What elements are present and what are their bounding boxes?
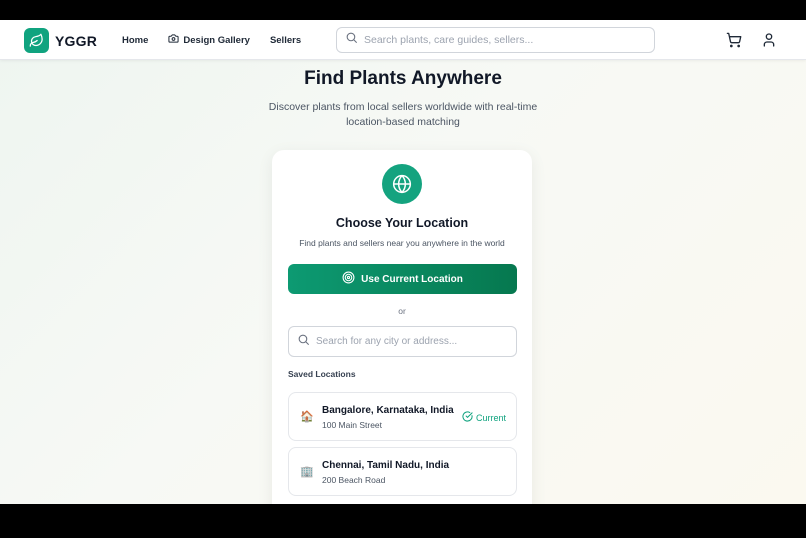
global-search-input[interactable] <box>364 34 644 46</box>
nav-design-gallery-label: Design Gallery <box>183 34 250 46</box>
logo[interactable]: YGGR <box>24 28 97 53</box>
saved-location-item[interactable]: 🏢 Chennai, Tamil Nadu, India 200 Beach R… <box>288 447 517 496</box>
nav-sellers[interactable]: Sellers <box>270 35 301 46</box>
search-icon <box>345 31 358 49</box>
global-search[interactable] <box>336 27 655 53</box>
page-title: Find Plants Anywhere <box>304 68 502 89</box>
current-badge: Current <box>462 411 506 424</box>
globe-icon <box>382 164 422 204</box>
bottom-letterbox <box>0 504 806 538</box>
address-search-input[interactable] <box>316 336 506 347</box>
location-card: Choose Your Location Find plants and sel… <box>272 150 532 504</box>
office-building-icon: 🏢 <box>300 465 314 478</box>
use-current-location-button[interactable]: Use Current Location <box>288 264 517 294</box>
location-name: Chennai, Tamil Nadu, India <box>322 460 450 471</box>
app-viewport: YGGR Home Design Gallery Sellers Search … <box>0 20 806 504</box>
saved-locations-heading: Saved Locations <box>288 369 356 379</box>
nav-sellers-label: Sellers <box>269 34 302 46</box>
camera-icon <box>168 33 179 47</box>
saved-location-item[interactable]: 🏠 Bangalore, Karnataka, India 100 Main S… <box>288 392 517 441</box>
card-subtitle: Find plants and sellers near you anywher… <box>299 238 505 248</box>
check-circle-icon <box>462 411 473 424</box>
top-letterbox <box>0 0 806 20</box>
logo-text: YGGR <box>55 32 98 49</box>
main-nav: Home Design Gallery Sellers <box>122 20 301 60</box>
location-address: 100 Main Street <box>322 420 383 430</box>
house-icon: 🏠 <box>300 410 314 423</box>
top-header: YGGR Home Design Gallery Sellers <box>0 20 806 60</box>
leaf-icon <box>24 28 49 53</box>
location-address: 200 Beach Road <box>322 475 386 485</box>
use-current-location-label: Use Current Location <box>361 273 463 285</box>
nav-home-label: Home <box>122 34 149 46</box>
card-title: Choose Your Location <box>335 216 469 230</box>
target-icon <box>342 271 355 287</box>
cart-icon[interactable] <box>726 32 742 48</box>
user-icon[interactable] <box>761 32 777 48</box>
current-badge-label: Current <box>475 412 506 423</box>
search-icon <box>297 333 310 351</box>
or-divider: or <box>398 306 406 316</box>
nav-home[interactable]: Home <box>122 35 148 46</box>
page-subtitle: Discover plants from local sellers world… <box>268 101 538 128</box>
address-search[interactable] <box>288 326 517 357</box>
location-name: Bangalore, Karnataka, India <box>322 405 454 416</box>
nav-design-gallery[interactable]: Design Gallery <box>168 33 250 47</box>
